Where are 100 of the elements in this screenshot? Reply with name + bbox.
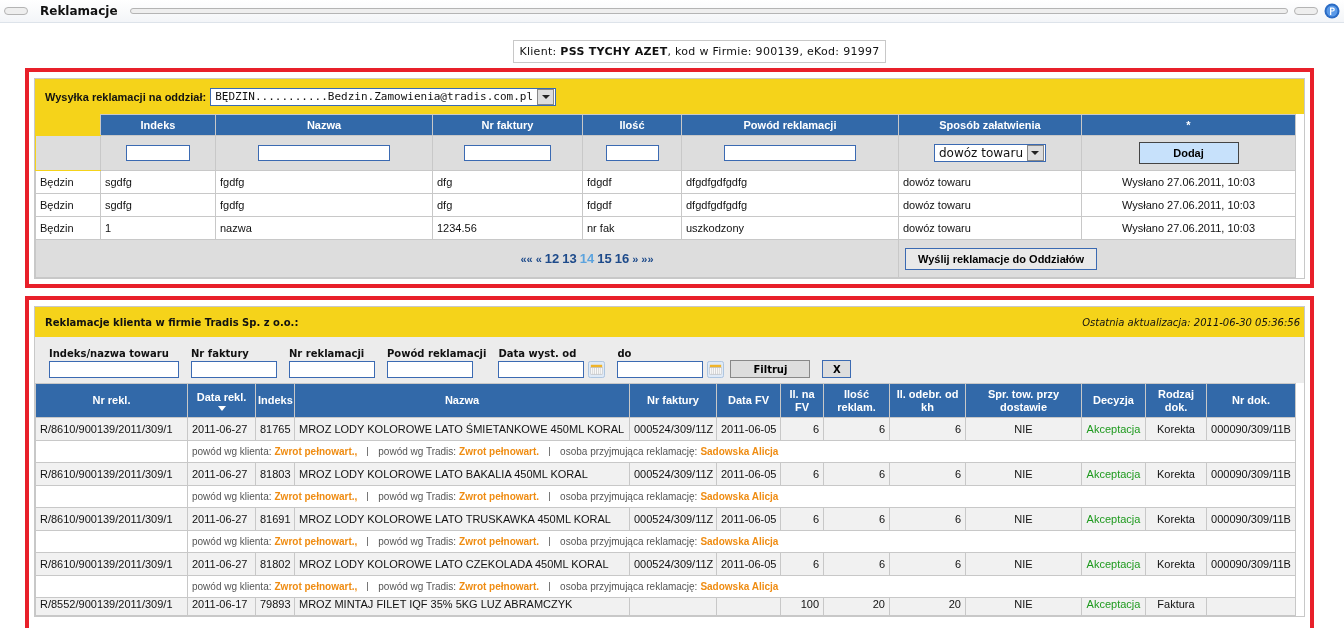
filter-label: Nr reklamacji	[289, 348, 366, 359]
detail-value: Sadowska Alicja	[700, 536, 779, 547]
table-cell: 6	[812, 423, 819, 435]
table-cell: Będzin	[35, 193, 101, 217]
table-cell: 6	[954, 513, 961, 525]
page-link[interactable]: 13	[562, 251, 577, 266]
table-cell: Korekta	[1157, 468, 1195, 480]
detail-value: Zwrot pełnowart.,	[274, 446, 358, 457]
table-cell: R/8610/900139/2011/309/1	[40, 423, 173, 435]
page-link[interactable]: 16	[614, 251, 630, 266]
filter-input[interactable]	[617, 361, 704, 378]
table-cell: NIE	[1014, 598, 1033, 610]
table-cell: 79893	[260, 598, 291, 610]
column-header[interactable]: Nr rekl.	[35, 383, 188, 418]
table-cell: 20	[948, 598, 961, 610]
table-cell: Korekta	[1157, 558, 1195, 570]
table-cell: 000524/309/11Z	[634, 558, 714, 570]
p-circle-icon[interactable]	[1324, 3, 1340, 19]
column-header[interactable]: Ilość reklam.	[823, 383, 890, 418]
table-cell: nazwa	[215, 216, 433, 240]
table-cell: fgdfg	[215, 193, 433, 217]
caret-icon	[537, 88, 555, 105]
detail-value: Sadowska Alicja	[700, 491, 779, 502]
column-header: Indeks	[100, 114, 216, 136]
page-link[interactable]: 15	[597, 251, 612, 266]
detail-label: osoba przyjmująca reklamację:	[560, 491, 698, 502]
table-cell: Korekta	[1157, 513, 1195, 525]
detail-value: Zwrot pełnowart.,	[274, 491, 358, 502]
reason-input[interactable]	[724, 145, 856, 161]
column-header[interactable]: Nr dok.	[1206, 383, 1296, 418]
column-header: Nazwa	[215, 114, 433, 136]
column-header[interactable]: Data FV	[716, 383, 781, 418]
filter-label: Data wyst. od	[498, 348, 578, 359]
table-cell: 2011-06-27	[192, 468, 248, 480]
table-cell: dowóz towaru	[898, 216, 1082, 240]
table-cell: 1234.56	[432, 216, 583, 240]
table-cell: Wysłano 27.06.2011, 10:03	[1081, 193, 1296, 217]
detail-label: powód wg Tradis:	[378, 446, 457, 457]
filter-input[interactable]	[49, 361, 179, 378]
filter-input[interactable]	[387, 361, 473, 378]
add-button[interactable]: Dodaj	[1138, 142, 1239, 164]
column-header[interactable]: Spr. tow. przy dostawie	[965, 383, 1082, 418]
table-cell: 2011-06-27	[192, 558, 248, 570]
clear-button[interactable]: X	[822, 360, 852, 378]
detail-value: Zwrot pełnowart.,	[274, 536, 358, 547]
filter-input[interactable]	[191, 361, 277, 378]
detail-label: powód wg Tradis:	[378, 581, 457, 592]
table-cell: dowóz towaru	[898, 193, 1082, 217]
client-info: Klient: PSS TYCHY AZET, kod w Firmie: 900139, eKod: 91997	[513, 40, 886, 63]
table-cell: R/8610/900139/2011/309/1	[40, 558, 173, 570]
resolution-select[interactable]: dowóz towaru	[934, 144, 1046, 162]
table-cell: 2011-06-05	[721, 558, 777, 570]
table-cell: R/8610/900139/2011/309/1	[40, 468, 173, 480]
column-header[interactable]: Rodzaj dok.	[1145, 383, 1207, 418]
detail-value: Zwrot pełnowart.	[459, 581, 540, 592]
table-cell: 2011-06-05	[721, 423, 777, 435]
window-title: Reklamacje	[39, 4, 119, 18]
table-cell: 2011-06-27	[192, 423, 248, 435]
detail-label: powód wg klienta:	[192, 491, 272, 502]
invoice-input[interactable]	[464, 145, 551, 161]
page-link[interactable]: 12	[544, 251, 560, 266]
title-bar-pill	[1294, 7, 1318, 15]
table-cell: dfg	[432, 170, 583, 194]
detail-label: powód wg klienta:	[192, 581, 272, 592]
table-cell: sgdfg	[100, 193, 216, 217]
column-header[interactable]: Decyzja	[1081, 383, 1146, 418]
name-input[interactable]	[258, 145, 390, 161]
table-cell: 6	[812, 558, 819, 570]
detail-value: Zwrot pełnowart.	[459, 536, 540, 547]
table-cell: R/8552/900139/2011/309/1	[40, 598, 173, 610]
filter-button[interactable]: Filtruj	[730, 360, 811, 378]
first-page-link[interactable]: ««	[520, 252, 533, 265]
detail-label: osoba przyjmująca reklamację:	[560, 536, 698, 547]
caret-icon	[1027, 145, 1044, 161]
table-cell: Akceptacja	[1086, 598, 1141, 610]
filter-input[interactable]	[498, 361, 585, 378]
table-cell: MROZ MINTAJ FILET IQF 35% 5KG LUZ ABRAMCZYK	[299, 598, 573, 610]
table-cell: 6	[878, 423, 885, 435]
table-cell: 6	[812, 513, 819, 525]
table-cell: NIE	[1014, 423, 1033, 435]
table-cell: 1	[100, 216, 216, 240]
previous-page-link[interactable]: «	[535, 252, 542, 265]
branch-label: Wysyłka reklamacji na oddział:	[45, 90, 207, 103]
column-header[interactable]: Nazwa	[294, 383, 630, 418]
filter-input[interactable]	[289, 361, 375, 378]
send-button[interactable]: Wyślij reklamacje do Oddziałów	[905, 247, 1098, 270]
column-header[interactable]: Indeks	[255, 383, 295, 418]
column-header[interactable]: Il. na FV	[780, 383, 824, 418]
next-page-link[interactable]: »	[632, 252, 639, 265]
table-cell: 000090/309/11B	[1211, 558, 1291, 570]
branch-select[interactable]: BĘDZIN...........Bedzin.Zamowienia@tradis.com.pl	[210, 87, 557, 106]
index-input[interactable]	[126, 145, 190, 161]
filter-label: Indeks/nazwa towaru	[49, 348, 170, 359]
column-header[interactable]: Il. odebr. od kh	[889, 383, 966, 418]
last-page-link[interactable]: »»	[641, 252, 654, 265]
column-header[interactable]: Nr faktury	[629, 383, 717, 418]
title-bar-pill	[4, 7, 28, 15]
column-header: Nr faktury	[432, 114, 583, 136]
quantity-input[interactable]	[605, 145, 659, 161]
column-header[interactable]: Data rekl.	[187, 383, 256, 418]
